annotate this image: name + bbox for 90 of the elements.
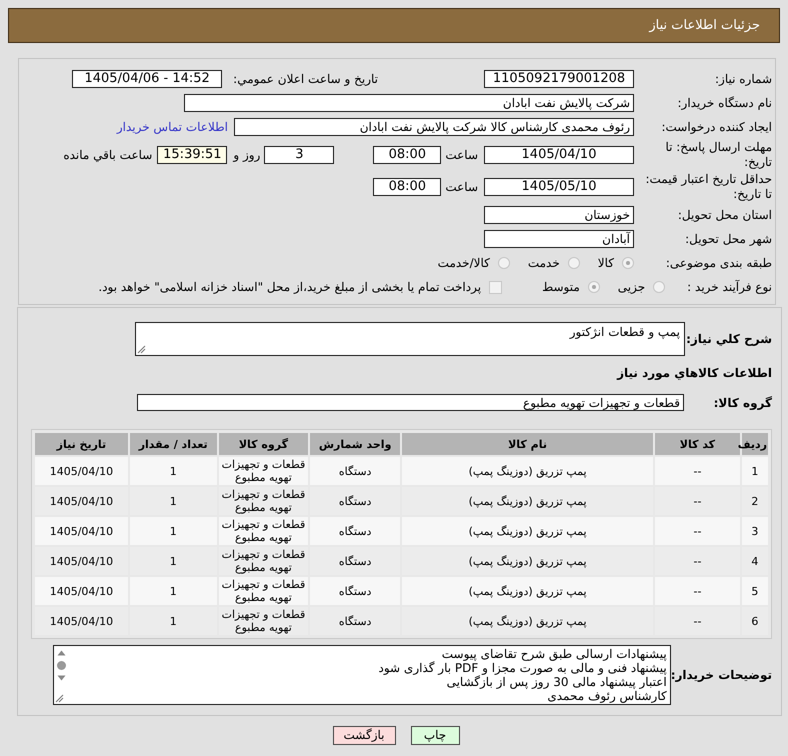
table-cell: قطعات و تجهیزات تهویه مطبوع (218, 517, 308, 545)
table-cell: دستگاه (310, 457, 400, 485)
validity-date-field[interactable]: 1405/05/10 (484, 178, 634, 196)
time-left-field[interactable]: 15:39:51 (157, 146, 228, 164)
table-cell: -- (655, 547, 740, 575)
column-header: نام کالا (402, 433, 654, 455)
need-number-field[interactable]: 1105092179001208 (484, 70, 634, 88)
field-label: مهلت ارسال پاسخ: تا تاریخ: (664, 140, 772, 170)
city-field[interactable]: آبادان (484, 230, 634, 248)
days-left-field[interactable]: 3 (264, 146, 334, 164)
column-header: گروه کالا (218, 433, 308, 455)
table-cell: قطعات و تجهیزات تهویه مطبوع (218, 577, 308, 605)
table-cell: قطعات و تجهیزات تهویه مطبوع (218, 607, 308, 635)
table-cell: 1 (130, 577, 217, 605)
field-label: استان محل تحویل: (676, 208, 772, 222)
announce-date-field[interactable]: 1405/04/06 - 14:52 (72, 70, 222, 88)
column-header: کد کالا (655, 433, 740, 455)
deadline-date-field[interactable]: 1405/04/10 (484, 146, 634, 164)
field-label: ایجاد کننده درخواست: (660, 120, 772, 134)
table-cell: قطعات و تجهیزات تهویه مطبوع (218, 547, 308, 575)
resize-grip-icon (137, 345, 146, 354)
field-label: نام دستگاه خریدار: (676, 96, 772, 110)
table-cell: دستگاه (310, 577, 400, 605)
table-cell: 1405/04/10 (35, 607, 128, 635)
table-cell: 6 (742, 607, 768, 635)
table-cell: پمپ تزریق (دوزینگ پمپ) (402, 487, 654, 515)
table-cell: 1 (130, 607, 217, 635)
table-cell: پمپ تزریق (دوزینگ پمپ) (402, 547, 654, 575)
table-cell: -- (655, 607, 740, 635)
column-header: تاریخ نیاز (35, 433, 128, 455)
table-cell: 1 (130, 517, 217, 545)
table-cell: 1 (742, 457, 768, 485)
table-cell: قطعات و تجهیزات تهویه مطبوع (218, 487, 308, 515)
table-cell: 1 (130, 487, 217, 515)
deadline-time-field[interactable]: 08:00 (373, 146, 442, 164)
table-cell: 3 (742, 517, 768, 545)
validity-time-field[interactable]: 08:00 (373, 178, 442, 196)
scroll-up-icon[interactable] (57, 650, 66, 656)
table-cell: -- (655, 577, 740, 605)
column-header: تعداد / مقدار (130, 433, 217, 455)
print-button[interactable]: چاپ (410, 726, 460, 745)
buyer-contact-link[interactable]: اطلاعات تماس خریدار (116, 120, 228, 134)
back-button[interactable]: بازگشت (332, 726, 396, 745)
field-label: حداقل تاریخ اعتبار قیمت: تا تاریخ: (644, 172, 772, 202)
table-cell: دستگاه (310, 607, 400, 635)
table-cell: -- (655, 517, 740, 545)
field-label: شماره نیاز: (714, 72, 772, 86)
table-cell: 1405/04/10 (35, 577, 128, 605)
field-label: ساعت (445, 148, 478, 162)
table-cell: -- (655, 487, 740, 515)
field-label: شرح کلي نیاز: (685, 332, 772, 346)
table-cell: 1405/04/10 (35, 517, 128, 545)
table-cell: 1405/04/10 (35, 547, 128, 575)
table-cell: پمپ تزریق (دوزینگ پمپ) (402, 577, 654, 605)
province-field[interactable]: خوزستان (484, 206, 634, 224)
table-cell: دستگاه (310, 487, 400, 515)
field-label: شهر محل تحویل: (684, 232, 772, 246)
page-title: جزئیات اطلاعات نیاز (649, 18, 760, 33)
resize-grip-icon (54, 694, 64, 703)
notes-field[interactable]: پیشنهادات ارسالی طبق شرح تقاضای پیوست پیشنهاد فنی و مالی به صورت مجزا و PDF بار گذاری شود اعتبار پیشنهاد مالی 30 روز پس از بازگشایی کارشناس رئوف محمدی (52, 645, 671, 705)
table-cell: قطعات و تجهیزات تهویه مطبوع (218, 457, 308, 485)
section-heading: اطلاعات کالاهاي مورد نیاز (616, 366, 772, 380)
field-label: توضیحات خریدار: (670, 668, 772, 682)
table-cell: دستگاه (310, 547, 400, 575)
summary-field[interactable]: پمپ و قطعات انژکتور (135, 322, 685, 356)
table-cell: پمپ تزریق (دوزینگ پمپ) (402, 457, 654, 485)
table-cell: 1 (130, 457, 217, 485)
goods-group-field[interactable]: قطعات و تجهیزات تهویه مطبوع (137, 394, 684, 411)
field-label: ساعت باقي مانده (63, 148, 152, 162)
field-label: روز و (233, 148, 260, 162)
table-cell: 1405/04/10 (35, 487, 128, 515)
table-cell: 4 (742, 547, 768, 575)
field-label: نوع فرآیند خرید : (687, 280, 772, 294)
table-cell: -- (655, 457, 740, 485)
field-label: طبقه بندی موضوعی: (664, 256, 772, 270)
field-label: گروه کالا: (712, 396, 772, 410)
field-label: ساعت (445, 180, 478, 194)
table-cell: 2 (742, 487, 768, 515)
table-cell: دستگاه (310, 517, 400, 545)
table-cell: پمپ تزریق (دوزینگ پمپ) (402, 517, 654, 545)
table-cell: پمپ تزریق (دوزینگ پمپ) (402, 607, 654, 635)
table-cell: 1 (130, 547, 217, 575)
table-cell: 5 (742, 577, 768, 605)
scroll-thumb[interactable] (57, 661, 66, 670)
field-label: تاریخ و ساعت اعلان عمومي: (233, 72, 378, 86)
requester-field[interactable]: رئوف محمدی کارشناس کالا شرکت پالایش نفت ابادان (234, 118, 634, 136)
scroll-down-icon[interactable] (57, 675, 66, 681)
table-cell: 1405/04/10 (35, 457, 128, 485)
column-header: واحد شمارش (310, 433, 400, 455)
buyer-name-field[interactable]: شرکت پالایش نفت ابادان (184, 94, 634, 112)
